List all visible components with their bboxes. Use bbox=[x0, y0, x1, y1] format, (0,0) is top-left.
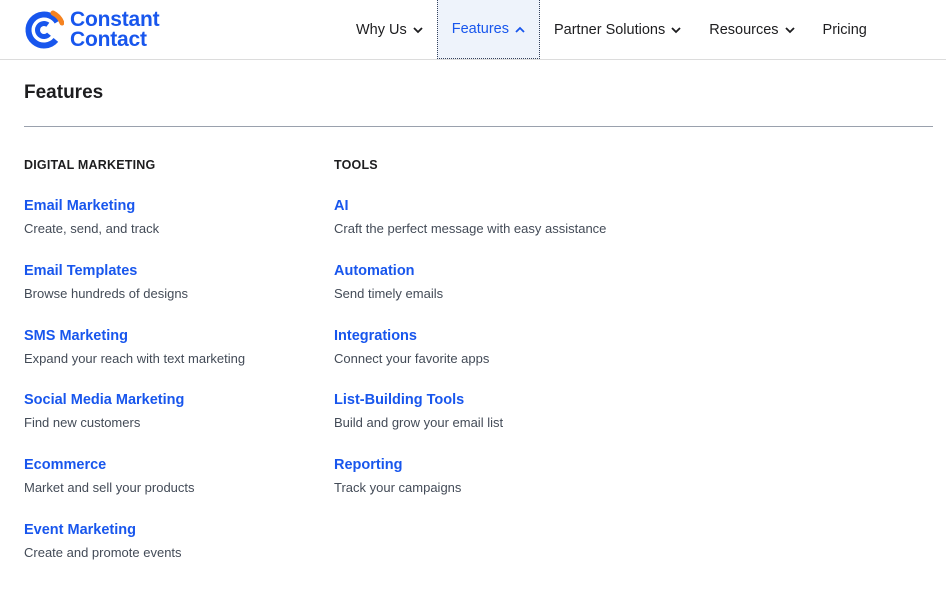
menu-item-description: Craft the perfect message with easy assi… bbox=[334, 221, 607, 236]
column-heading: TOOLS bbox=[334, 158, 378, 172]
brand-wordmark: Constant Contact bbox=[70, 8, 160, 51]
email-templates-link[interactable]: Email Templates bbox=[24, 262, 324, 280]
menu-item-email-templates: Email Templates Browse hundreds of desig… bbox=[24, 262, 324, 327]
panel-divider bbox=[24, 126, 933, 127]
menu-item-description: Find new customers bbox=[24, 415, 141, 431]
menu-item-description: Browse hundreds of designs bbox=[24, 285, 189, 301]
brand-wordmark-line1: Constant bbox=[70, 8, 160, 31]
nav-item-why-us[interactable]: Why Us bbox=[342, 0, 437, 59]
email-marketing-link[interactable]: Email Marketing bbox=[24, 197, 324, 215]
digital-marketing-column: DIGITAL MARKETING Email Marketing Create… bbox=[24, 157, 324, 586]
constant-contact-logo[interactable]: Constant Contact bbox=[24, 8, 160, 51]
ai-link[interactable]: AI bbox=[334, 197, 654, 215]
menu-item-description: Create, send, and track bbox=[24, 221, 160, 236]
sms-marketing-link[interactable]: SMS Marketing bbox=[24, 327, 324, 345]
menu-item-reporting: Reporting Track your campaigns bbox=[334, 456, 654, 521]
nav-item-resources[interactable]: Resources bbox=[695, 0, 808, 59]
nav-item-label: Partner Solutions bbox=[553, 21, 666, 38]
menu-item-list-building-tools: List-Building Tools Build and grow your … bbox=[334, 391, 654, 456]
nav-item-label: Resources bbox=[709, 21, 779, 38]
menu-item-integrations: Integrations Connect your favorite apps bbox=[334, 327, 654, 392]
event-marketing-link[interactable]: Event Marketing bbox=[24, 521, 324, 539]
menu-item-description: Connect your favorite apps bbox=[334, 350, 490, 366]
reporting-link[interactable]: Reporting bbox=[334, 456, 654, 474]
menu-item-description: Build and grow your email list bbox=[334, 415, 504, 431]
features-panel-title: Features bbox=[24, 82, 104, 103]
nav-item-label: Why Us bbox=[356, 21, 407, 38]
menu-item-description: Market and sell your products bbox=[24, 480, 195, 496]
chevron-up-icon bbox=[515, 21, 525, 37]
menu-item-social-media-marketing: Social Media Marketing Find new customer… bbox=[24, 391, 324, 456]
menu-item-description: Expand your reach with text marketing bbox=[24, 350, 246, 366]
list-building-tools-link[interactable]: List-Building Tools bbox=[334, 391, 654, 409]
menu-item-description: Track your campaigns bbox=[334, 480, 462, 496]
menu-item-event-marketing: Event Marketing Create and promote event… bbox=[24, 521, 324, 586]
top-navigation-bar: Constant Contact Why Us Features Partner… bbox=[0, 0, 946, 60]
chevron-down-icon bbox=[671, 22, 681, 38]
menu-item-description: Send timely emails bbox=[334, 285, 444, 301]
menu-item-ecommerce: Ecommerce Market and sell your products bbox=[24, 456, 324, 521]
menu-item-ai: AI Craft the perfect message with easy a… bbox=[334, 197, 654, 262]
menu-item-email-marketing: Email Marketing Create, send, and track bbox=[24, 197, 324, 262]
menu-item-sms-marketing: SMS Marketing Expand your reach with tex… bbox=[24, 327, 324, 392]
tools-column: TOOLS AI Craft the perfect message with … bbox=[334, 157, 654, 521]
chevron-down-icon bbox=[413, 22, 423, 38]
column-heading: DIGITAL MARKETING bbox=[24, 158, 156, 172]
constant-contact-logo-icon bbox=[25, 10, 64, 49]
nav-item-pricing[interactable]: Pricing bbox=[809, 0, 881, 59]
social-media-marketing-link[interactable]: Social Media Marketing bbox=[24, 391, 324, 409]
ecommerce-link[interactable]: Ecommerce bbox=[24, 456, 324, 474]
nav-item-label: Pricing bbox=[822, 21, 867, 38]
nav-item-label: Features bbox=[451, 21, 509, 37]
brand-wordmark-line2: Contact bbox=[70, 28, 147, 51]
nav-item-partner-solutions[interactable]: Partner Solutions bbox=[540, 0, 695, 59]
main-nav: Why Us Features Partner Solutions Resour… bbox=[342, 0, 881, 59]
automation-link[interactable]: Automation bbox=[334, 262, 654, 280]
nav-item-features[interactable]: Features bbox=[436, 0, 540, 59]
integrations-link[interactable]: Integrations bbox=[334, 327, 654, 345]
menu-item-automation: Automation Send timely emails bbox=[334, 262, 654, 327]
menu-item-description: Create and promote events bbox=[24, 544, 182, 560]
chevron-down-icon bbox=[784, 22, 795, 38]
